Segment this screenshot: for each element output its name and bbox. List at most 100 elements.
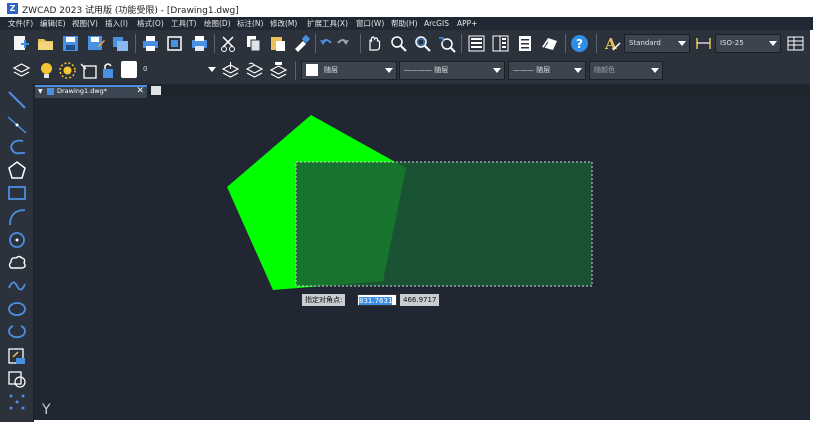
svg-text:A: A: [604, 35, 617, 53]
lineweight-dropdown[interactable]: ——— 随层: [508, 61, 586, 80]
saveas-icon[interactable]: [86, 34, 105, 53]
cut-icon[interactable]: [219, 34, 238, 53]
menu-help[interactable]: 帮助(H): [391, 18, 418, 29]
print-icon[interactable]: [141, 34, 160, 53]
make-layer-current-icon[interactable]: [221, 61, 240, 80]
menu-extensions[interactable]: 扩展工具(X): [307, 18, 348, 29]
menu-insert[interactable]: 插入(I): [105, 18, 128, 29]
chevron-down-icon: [651, 68, 659, 73]
menu-app-plus[interactable]: APP+: [457, 18, 477, 29]
svg-text:?: ?: [576, 37, 583, 51]
canvas-drawing: [227, 115, 593, 290]
tab-label: Drawing1.dwg*: [57, 87, 108, 95]
text-style-icon[interactable]: A: [603, 34, 622, 53]
toolbar-separator: [214, 34, 215, 53]
revision-cloud-icon[interactable]: [7, 253, 27, 273]
ucs-y-axis-label: Y: [42, 402, 51, 418]
title-bar: Z ZWCAD 2023 试用版 (功能受限) - [Drawing1.dwg]: [0, 0, 813, 17]
zoom-realtime-icon[interactable]: [389, 34, 408, 53]
ellipse-icon[interactable]: [7, 299, 27, 319]
menu-arcgis[interactable]: ArcGIS: [424, 18, 449, 29]
plot-icon[interactable]: [190, 34, 209, 53]
layer-previous-icon[interactable]: [245, 61, 264, 80]
layer-thaw-icon[interactable]: [58, 61, 77, 80]
ellipse-arc-icon[interactable]: [7, 322, 27, 342]
menu-edit[interactable]: 编辑(E): [40, 18, 66, 29]
save-icon[interactable]: [61, 34, 80, 53]
design-center-icon[interactable]: [491, 34, 510, 53]
pan-icon[interactable]: [364, 34, 383, 53]
layer-on-icon[interactable]: [37, 61, 56, 80]
publish-icon[interactable]: [111, 34, 130, 53]
menu-bar: 文件(F) 编辑(E) 视图(V) 插入(I) 格式(O) 工具(T) 绘图(D…: [0, 17, 813, 30]
redo-icon[interactable]: [336, 34, 350, 53]
table-style-icon[interactable]: [786, 34, 805, 53]
spline-icon[interactable]: [7, 276, 27, 296]
layer-states-icon[interactable]: [269, 61, 288, 80]
chevron-down-icon: [678, 41, 686, 46]
drawing-canvas[interactable]: 指定对角点: 831.7631 466.9717: [34, 98, 810, 420]
zoom-previous-icon[interactable]: [437, 34, 456, 53]
window-title: ZWCAD 2023 试用版 (功能受限) - [Drawing1.dwg]: [22, 6, 239, 16]
line-icon[interactable]: [7, 90, 27, 110]
dim-style-icon[interactable]: [694, 34, 713, 53]
chevron-down-icon: [769, 41, 777, 46]
properties-icon[interactable]: [467, 34, 486, 53]
menu-view[interactable]: 视图(V): [72, 18, 98, 29]
match-properties-icon[interactable]: [292, 34, 311, 53]
point-icon[interactable]: [7, 392, 27, 412]
layer-dropdown[interactable]: 0: [139, 61, 219, 80]
rectangle-icon[interactable]: [7, 183, 27, 203]
construction-line-icon[interactable]: [7, 114, 27, 134]
x-coordinate-input[interactable]: 831.7631: [357, 294, 397, 306]
color-swatch: [306, 64, 318, 76]
menu-draw[interactable]: 绘图(D): [204, 18, 231, 29]
new-icon[interactable]: [11, 34, 30, 53]
zoom-window-icon[interactable]: [413, 34, 432, 53]
tab-drawing1[interactable]: ▼ Drawing1.dwg* ✕: [35, 85, 147, 98]
linetype-dropdown[interactable]: ———— 随层: [399, 61, 505, 80]
app-logo-icon: Z: [7, 3, 18, 14]
command-prompt-tooltip: 指定对角点:: [302, 294, 346, 306]
document-tab-bar: ▼ Drawing1.dwg* ✕: [33, 84, 810, 98]
dim-style-dropdown[interactable]: ISO-25: [715, 34, 781, 53]
menu-file[interactable]: 文件(F): [8, 18, 33, 29]
drawing-file-icon: [47, 88, 54, 95]
undo-icon[interactable]: [319, 34, 333, 53]
tab-menu-arrow-icon[interactable]: ▼: [38, 88, 43, 95]
toolbar-separator: [461, 34, 462, 53]
plotstyle-dropdown[interactable]: 随颜色: [589, 61, 663, 80]
plot-preview-icon[interactable]: [165, 34, 184, 53]
close-icon[interactable]: ✕: [136, 86, 144, 96]
menu-tools[interactable]: 工具(T): [171, 18, 196, 29]
help-icon[interactable]: ?: [570, 34, 589, 53]
layer-viewport-icon[interactable]: [79, 61, 98, 80]
chevron-down-icon: [208, 67, 216, 72]
menu-window[interactable]: 窗口(W): [356, 18, 384, 29]
toolbar-separator: [596, 34, 597, 53]
text-style-dropdown[interactable]: Standard: [624, 34, 690, 53]
text-style-value: Standard: [629, 39, 661, 47]
y-coordinate-input[interactable]: 466.9717: [400, 294, 440, 306]
paste-icon[interactable]: [268, 34, 287, 53]
open-icon[interactable]: [36, 34, 55, 53]
new-tab-icon[interactable]: [151, 86, 161, 95]
draw-toolbar: [0, 84, 34, 422]
menu-format[interactable]: 格式(O): [137, 18, 164, 29]
layer-manager-icon[interactable]: [12, 61, 31, 80]
arc-icon[interactable]: [7, 207, 27, 227]
layers-properties-toolbar: 0 随层 ———— 随层 ——— 随层 随颜色: [0, 57, 810, 85]
make-block-icon[interactable]: [7, 369, 27, 389]
menu-modify[interactable]: 修改(M): [270, 18, 297, 29]
circle-icon[interactable]: [7, 230, 27, 250]
color-dropdown[interactable]: 随层: [301, 61, 397, 80]
polyline-icon[interactable]: [7, 137, 27, 157]
layer-lock-icon[interactable]: [100, 61, 119, 80]
polygon-icon[interactable]: [7, 160, 27, 180]
menu-dimension[interactable]: 标注(N): [237, 18, 263, 29]
tool-palette-icon[interactable]: [516, 34, 535, 53]
markup-icon[interactable]: [540, 34, 559, 53]
copy-icon[interactable]: [244, 34, 263, 53]
insert-block-icon[interactable]: [7, 346, 27, 366]
toolbar-separator: [315, 34, 316, 53]
